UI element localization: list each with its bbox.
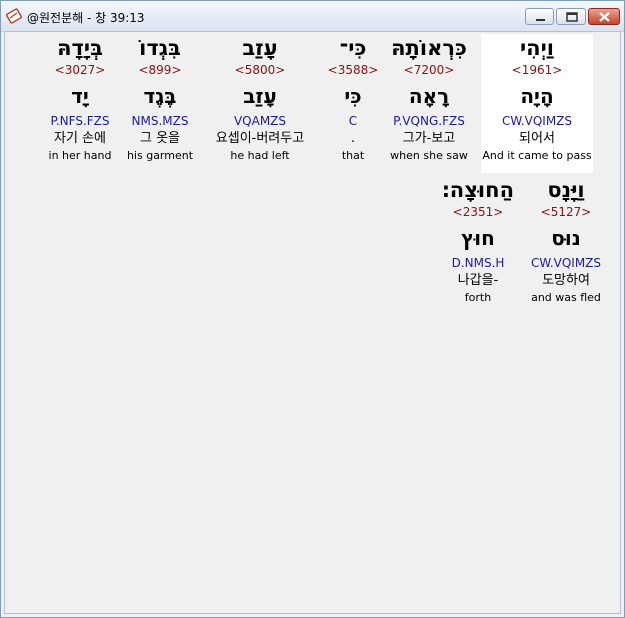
close-button[interactable]: [588, 8, 620, 25]
word-cell[interactable]: בְּיָדָהּ <3027> יָד P.NFS.FZS 자기 손에 in …: [24, 34, 136, 164]
parse-code: VQAMZS: [233, 114, 287, 128]
root-word: הָיָה: [520, 84, 554, 108]
minimize-icon: [536, 19, 545, 21]
hebrew-word: עָזַב: [242, 36, 278, 60]
maximize-icon: [566, 12, 578, 22]
word-cell[interactable]: הַחוּצָה׃ <2351> חוּץ D.NMS.H 나갑을- forth: [422, 176, 534, 306]
parse-code: D.NMS.H: [451, 256, 505, 270]
root-word: יָד: [71, 84, 89, 108]
minimize-button[interactable]: [525, 8, 554, 25]
word-cell[interactable]: וַיְהִי <1961> הָיָה CW.VQIMZS 되어서 And i…: [481, 34, 593, 173]
korean-gloss: 나갑을-: [457, 273, 499, 288]
korean-gloss: 되어서: [519, 131, 555, 146]
parse-code: CW.VQIMZS: [501, 114, 573, 128]
word-cell[interactable]: עָזַב <5800> עָזַב VQAMZS 요셉이-버려두고 he ha…: [204, 34, 316, 164]
english-gloss: And it came to pass: [482, 149, 592, 162]
strong-number[interactable]: <1961>: [481, 62, 593, 78]
maximize-button[interactable]: [556, 8, 586, 25]
parse-code: P.NFS.FZS: [50, 114, 110, 128]
english-gloss: forth: [464, 291, 492, 304]
english-gloss: he had left: [230, 149, 290, 162]
korean-gloss: 요셉이-버려두고: [215, 131, 305, 146]
strong-number[interactable]: <2351>: [422, 204, 534, 220]
root-word: חוּץ: [461, 226, 495, 250]
korean-gloss: 자기 손에: [54, 131, 106, 146]
hebrew-word: וַיְהִי: [519, 36, 554, 60]
strong-number[interactable]: <3027>: [24, 62, 136, 78]
close-icon: [599, 12, 610, 22]
window-title: @원전분해 - 창 39:13: [27, 11, 145, 25]
english-gloss: in her hand: [48, 149, 112, 162]
hebrew-word: הַחוּצָה׃: [441, 178, 514, 202]
book-icon: [6, 8, 22, 24]
hebrew-word: בְּיָדָהּ: [57, 36, 103, 60]
root-word: עָזַב: [243, 84, 277, 108]
strong-number[interactable]: <5800>: [204, 62, 316, 78]
app-window: @원전분해 - 창 39:13 וַיְהִי <1961> הָיָה CW.…: [0, 0, 625, 618]
title-bar[interactable]: @원전분해 - 창 39:13: [1, 1, 624, 32]
interlinear-panel: וַיְהִי <1961> הָיָה CW.VQIMZS 되어서 And i…: [4, 31, 621, 614]
